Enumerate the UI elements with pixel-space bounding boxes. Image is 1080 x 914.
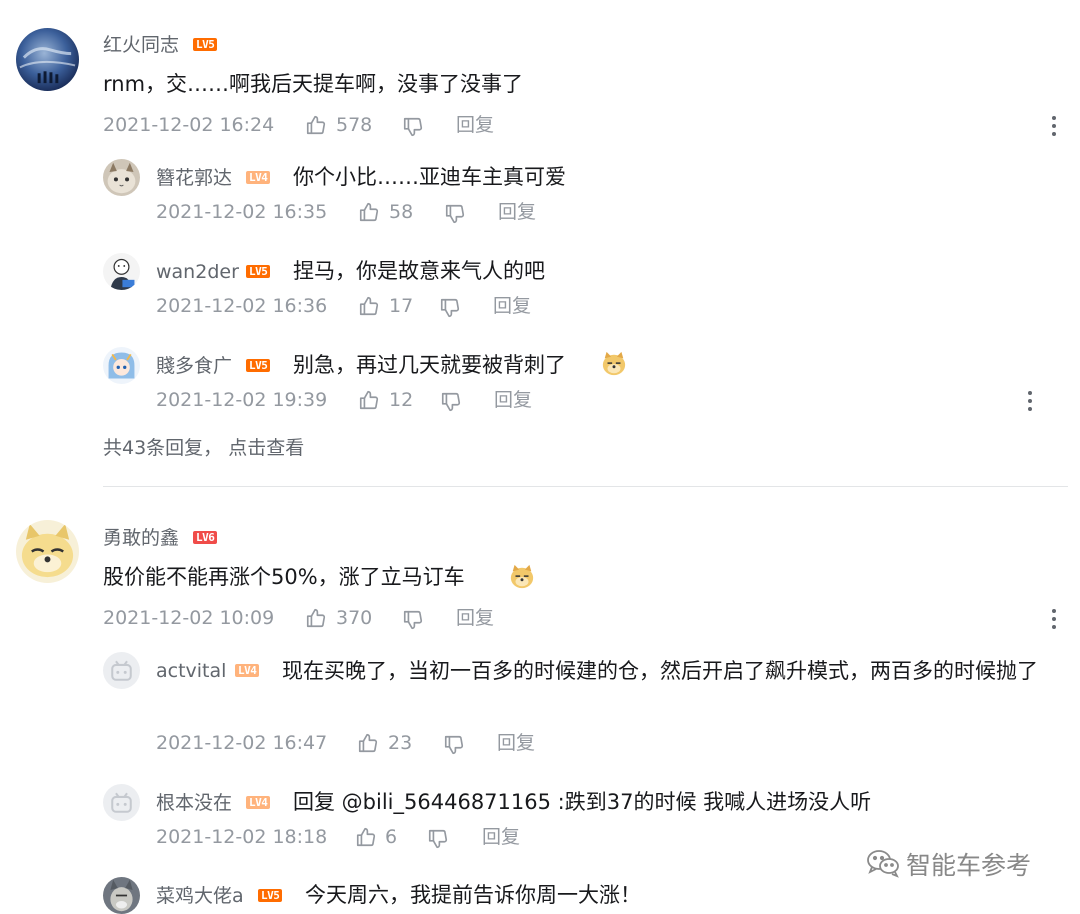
like-count: 58 [389,201,414,223]
avatar[interactable] [103,652,140,689]
divider [103,486,1068,487]
timestamp: 2021-12-02 16:24 [103,114,275,136]
reply-button[interactable]: 回复 [456,607,494,629]
watermark-text: 智能车参考 [906,851,1032,880]
reply-button[interactable]: 回复 [493,295,531,317]
view-all-replies-link[interactable]: 共43条回复， 点击查看 [103,437,304,459]
avatar[interactable] [16,28,79,91]
thumbs-up-icon[interactable] [358,201,380,223]
timestamp: 2021-12-02 10:09 [103,607,275,629]
thumbs-up-icon[interactable] [305,607,327,629]
timestamp: 2021-12-02 16:36 [156,295,328,317]
level-badge: LV5 [246,265,271,278]
thumbs-down-icon[interactable] [439,297,461,319]
timestamp: 2021-12-02 19:39 [156,389,328,411]
username[interactable]: 簪花郭达 [156,167,232,189]
thumbs-down-icon[interactable] [427,828,449,850]
level-badge: LV5 [246,359,271,372]
username[interactable]: wan2der [156,261,239,283]
like-count: 23 [388,732,413,754]
doge-emoji [601,351,627,377]
like-count: 12 [389,389,414,411]
level-badge: LV4 [246,171,271,184]
avatar[interactable] [103,253,140,290]
timestamp: 2021-12-02 16:47 [156,732,328,754]
like-count: 6 [385,826,398,848]
comment-text: 股价能不能再涨个50%，涨了立马订车 [103,565,465,589]
thumbs-down-icon[interactable] [402,116,424,138]
comment-text: rnm，交……啊我后天提车啊，没事了没事了 [103,72,524,96]
reply-button[interactable]: 回复 [482,826,520,848]
avatar[interactable] [103,877,140,914]
reply-text: 今天周六，我提前告诉你周一大涨！ [305,883,641,907]
avatar[interactable] [103,347,140,384]
thumbs-up-icon[interactable] [358,295,380,317]
more-vertical-icon[interactable] [1050,607,1058,631]
thumbs-down-icon[interactable] [440,391,462,413]
thumbs-down-icon[interactable] [443,734,465,756]
username[interactable]: 賤多食广 [156,355,232,377]
level-badge: LV4 [246,796,271,809]
thumbs-up-icon[interactable] [355,826,377,848]
timestamp: 2021-12-02 16:35 [156,201,328,223]
wechat-icon [866,848,900,878]
reply-button[interactable]: 回复 [456,114,494,136]
level-badge: LV5 [258,889,283,902]
username[interactable]: 根本没在 [156,792,232,814]
level-badge: LV6 [193,531,218,544]
timestamp: 2021-12-02 18:18 [156,826,328,848]
thumbs-up-icon[interactable] [357,732,379,754]
avatar[interactable] [103,784,140,821]
thumbs-up-icon[interactable] [305,114,327,136]
reply-button[interactable]: 回复 [497,732,535,754]
avatar[interactable] [16,520,79,583]
more-vertical-icon[interactable] [1026,389,1034,413]
like-count: 370 [336,607,373,629]
like-count: 17 [389,295,414,317]
reply-text: 回复 @bili_56446871165 :跌到37的时候 我喊人进场没人听 [293,790,872,814]
like-count: 578 [336,114,373,136]
thumbs-down-icon[interactable] [402,609,424,631]
level-badge: LV5 [193,38,218,51]
reply-text: 别急，再过几天就要被背刺了 [293,353,566,377]
reply-button[interactable]: 回复 [494,389,532,411]
avatar[interactable] [103,159,140,196]
more-vertical-icon[interactable] [1050,114,1058,138]
reply-button[interactable]: 回复 [498,201,536,223]
reply-text: 你个小比……亚迪车主真可爱 [293,165,566,189]
reply-text: 捏马，你是故意来气人的吧 [293,259,545,283]
doge-emoji [509,564,535,590]
username[interactable]: 红火同志 [103,34,179,56]
reply-text: 现在买晚了，当初一百多的时候建的仓，然后开启了飙升模式，两百多的时候抛了 [282,659,1038,683]
username[interactable]: 勇敢的鑫 [103,527,179,549]
thumbs-down-icon[interactable] [444,203,466,225]
username[interactable]: 菜鸡大佬a [156,885,244,907]
thumbs-up-icon[interactable] [358,389,380,411]
